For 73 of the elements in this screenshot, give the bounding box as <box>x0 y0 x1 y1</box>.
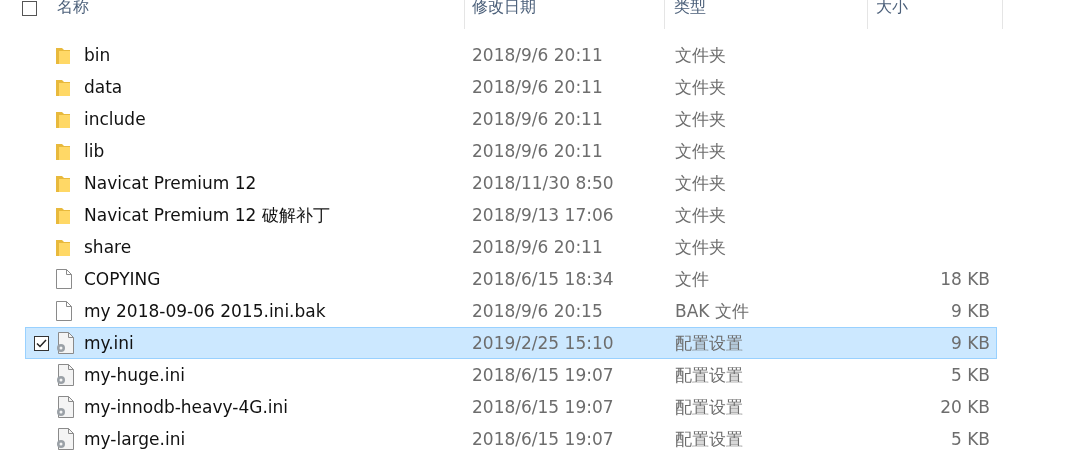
modified-date: 2018/9/6 20:11 <box>472 141 604 161</box>
folder-icon <box>56 238 70 256</box>
file-size: 18 KB <box>939 269 990 289</box>
file-name: data <box>84 77 124 97</box>
document-icon <box>56 269 72 289</box>
file-type: 文件 <box>675 267 710 291</box>
settings-file-icon <box>56 396 74 418</box>
file-row[interactable]: my-large.ini 2018/6/15 19:07 配置设置 5 KB <box>25 423 997 455</box>
folder-icon <box>56 206 70 224</box>
file-type: BAK 文件 <box>675 299 750 323</box>
file-type: 文件夹 <box>675 75 727 99</box>
file-row[interactable]: share 2018/9/6 20:11 文件夹 <box>25 231 997 263</box>
file-type: 配置设置 <box>675 395 744 419</box>
file-name: lib <box>84 141 106 161</box>
file-size: 5 KB <box>949 429 990 449</box>
file-type: 文件夹 <box>675 107 727 131</box>
file-name: Navicat Premium 12 <box>84 173 258 193</box>
document-icon <box>56 301 72 321</box>
file-name: include <box>84 109 147 129</box>
file-row[interactable]: Navicat Premium 12 破解补丁 2018/9/13 17:06 文件夹 <box>25 199 997 231</box>
file-name: Navicat Premium 12 破解补丁 <box>84 203 331 227</box>
file-name: my.ini <box>84 333 135 353</box>
file-row[interactable]: Navicat Premium 12 2018/11/30 8:50 文件夹 <box>25 167 997 199</box>
select-all-checkbox[interactable] <box>22 1 37 16</box>
folder-icon <box>56 78 70 96</box>
file-row[interactable]: lib 2018/9/6 20:11 文件夹 <box>25 135 997 167</box>
file-type: 配置设置 <box>675 331 744 355</box>
modified-date: 2018/9/6 20:11 <box>472 237 604 257</box>
row-checkbox[interactable] <box>33 335 49 351</box>
file-size: 5 KB <box>949 365 990 385</box>
file-row[interactable]: include 2018/9/6 20:11 文件夹 <box>25 103 997 135</box>
modified-date: 2018/6/15 19:07 <box>472 429 615 449</box>
file-type: 文件夹 <box>675 43 727 67</box>
modified-date: 2019/2/25 15:10 <box>472 333 615 353</box>
file-type: 文件夹 <box>675 139 727 163</box>
modified-date: 2018/6/15 19:07 <box>472 365 615 385</box>
folder-icon <box>56 110 70 128</box>
file-row[interactable]: COPYING 2018/6/15 18:34 文件 18 KB <box>25 263 997 295</box>
modified-date: 2018/9/6 20:11 <box>472 109 604 129</box>
settings-file-icon <box>56 428 74 450</box>
folder-icon <box>56 142 70 160</box>
settings-file-icon <box>56 332 74 354</box>
file-type: 配置设置 <box>675 427 744 451</box>
file-type: 文件夹 <box>675 203 727 227</box>
file-row[interactable]: my 2018-09-06 2015.ini.bak 2018/9/6 20:15 BAK 文件 9 KB <box>25 295 997 327</box>
file-type: 文件夹 <box>675 171 727 195</box>
file-name: share <box>84 237 133 257</box>
folder-icon <box>56 174 70 192</box>
modified-date: 2018/6/15 18:34 <box>472 269 615 289</box>
file-size: 9 KB <box>949 301 990 321</box>
file-name: COPYING <box>84 269 162 289</box>
file-name: my-innodb-heavy-4G.ini <box>84 397 290 417</box>
folder-icon <box>56 46 70 64</box>
file-type: 配置设置 <box>675 363 744 387</box>
file-size: 9 KB <box>949 333 990 353</box>
modified-date: 2018/11/30 8:50 <box>472 173 615 193</box>
modified-date: 2018/9/6 20:15 <box>472 301 604 321</box>
file-name: my-large.ini <box>84 429 187 449</box>
file-row[interactable]: my-innodb-heavy-4G.ini 2018/6/15 19:07 配置设置 20 KB <box>25 391 997 423</box>
file-name: my 2018-09-06 2015.ini.bak <box>84 301 327 321</box>
modified-date: 2018/6/15 19:07 <box>472 397 615 417</box>
file-size: 20 KB <box>939 397 990 417</box>
modified-date: 2018/9/6 20:11 <box>472 77 604 97</box>
modified-date: 2018/9/6 20:11 <box>472 45 604 65</box>
settings-file-icon <box>56 364 74 386</box>
file-row[interactable]: my-huge.ini 2018/6/15 19:07 配置设置 5 KB <box>25 359 997 391</box>
file-row[interactable]: my.ini 2019/2/25 15:10 配置设置 9 KB <box>25 327 997 359</box>
file-type: 文件夹 <box>675 235 727 259</box>
modified-date: 2018/9/13 17:06 <box>472 205 615 225</box>
file-name: bin <box>84 45 112 65</box>
file-row[interactable]: bin 2018/9/6 20:11 文件夹 <box>25 39 997 71</box>
file-row[interactable]: data 2018/9/6 20:11 文件夹 <box>25 71 997 103</box>
file-name: my-huge.ini <box>84 365 186 385</box>
